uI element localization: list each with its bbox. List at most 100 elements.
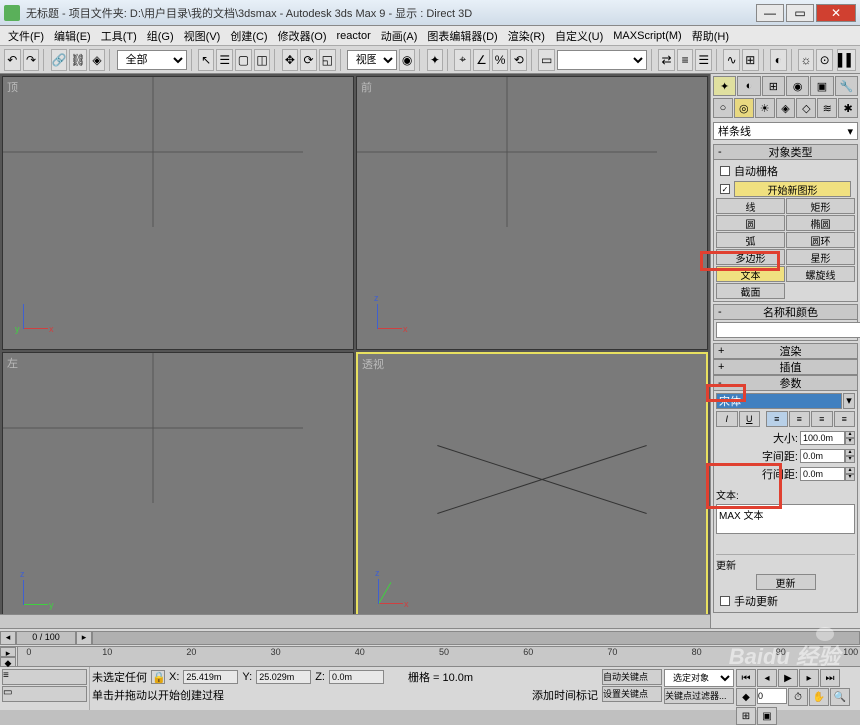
menu-group[interactable]: 组(G): [143, 26, 178, 46]
menu-customize[interactable]: 自定义(U): [551, 26, 607, 46]
helpers-subtab[interactable]: ◇: [796, 98, 816, 118]
object-name-input[interactable]: [716, 322, 860, 338]
autogrid-checkbox[interactable]: [720, 166, 730, 176]
spinner-snap-button[interactable]: ⟲: [510, 49, 527, 71]
manual-update-checkbox[interactable]: [720, 596, 730, 606]
prev-key-button[interactable]: ◂: [757, 669, 777, 687]
manipulate-button[interactable]: ✦: [427, 49, 444, 71]
play-button[interactable]: ▶: [778, 669, 798, 687]
mirror-button[interactable]: ⇄: [658, 49, 675, 71]
section-button[interactable]: 截面: [716, 283, 785, 299]
minimize-button[interactable]: —: [756, 4, 784, 22]
ref-coord-system[interactable]: 视图: [347, 50, 397, 70]
scale-button[interactable]: ◱: [319, 49, 336, 71]
geometry-subtab[interactable]: ○: [713, 98, 733, 118]
align-button[interactable]: ≡: [677, 49, 694, 71]
leading-down[interactable]: ▾: [845, 474, 855, 481]
quick-render-button[interactable]: ⊙: [816, 49, 833, 71]
z-input[interactable]: [329, 670, 384, 684]
schematic-button[interactable]: ⊞: [742, 49, 759, 71]
zoom-all-button[interactable]: ⊞: [736, 707, 756, 725]
hierarchy-tab[interactable]: ⊞: [762, 76, 785, 96]
utilities-tab[interactable]: 🔧: [835, 76, 858, 96]
rotate-button[interactable]: ⟳: [300, 49, 317, 71]
leading-up[interactable]: ▴: [845, 467, 855, 474]
align-right-button[interactable]: ≡: [811, 411, 833, 427]
goto-end-button[interactable]: ⏭: [820, 669, 840, 687]
window-crossing-button[interactable]: ◫: [254, 49, 271, 71]
leading-input[interactable]: [800, 467, 845, 481]
line-button[interactable]: 线: [716, 198, 785, 214]
underline-button[interactable]: U: [739, 411, 761, 427]
modify-tab[interactable]: ◐: [737, 76, 760, 96]
max-viewport-button[interactable]: ▣: [757, 707, 777, 725]
percent-snap-button[interactable]: %: [492, 49, 509, 71]
maximize-button[interactable]: ▭: [786, 4, 814, 22]
italic-button[interactable]: I: [716, 411, 738, 427]
size-down[interactable]: ▾: [845, 438, 855, 445]
setkey-button[interactable]: 设置关键点: [602, 686, 662, 702]
select-region-button[interactable]: ▢: [235, 49, 252, 71]
menu-animation[interactable]: 动画(A): [377, 26, 422, 46]
category-dropdown[interactable]: 样条线▾: [713, 122, 858, 140]
snap-button[interactable]: ⌖: [454, 49, 471, 71]
size-input[interactable]: [800, 431, 845, 445]
viewport-perspective[interactable]: 透视 xz: [356, 352, 708, 626]
trackbar-toggle-button[interactable]: ▸: [0, 647, 16, 657]
menu-file[interactable]: 文件(F): [4, 26, 48, 46]
select-button[interactable]: ↖: [198, 49, 215, 71]
menu-reactor[interactable]: reactor: [333, 28, 375, 44]
redo-button[interactable]: ↷: [23, 49, 40, 71]
named-selection-set[interactable]: [557, 50, 647, 70]
parameters-rollout-header[interactable]: -参数: [713, 375, 858, 391]
listener-button[interactable]: ▭: [2, 686, 87, 702]
x-input[interactable]: [183, 670, 238, 684]
kerning-down[interactable]: ▾: [845, 456, 855, 463]
donut-button[interactable]: 圆环: [786, 232, 855, 248]
angle-snap-button[interactable]: ∠: [473, 49, 490, 71]
objtype-rollout-header[interactable]: -对象类型: [713, 144, 858, 160]
next-frame-button[interactable]: ▸: [76, 631, 92, 645]
lock-icon[interactable]: 🔒: [151, 670, 165, 684]
menu-tools[interactable]: 工具(T): [97, 26, 141, 46]
menu-graph[interactable]: 图表编辑器(D): [423, 26, 501, 46]
close-button[interactable]: ✕: [816, 4, 856, 22]
systems-subtab[interactable]: ✱: [838, 98, 858, 118]
kerning-up[interactable]: ▴: [845, 449, 855, 456]
lights-subtab[interactable]: ☀: [755, 98, 775, 118]
unlink-button[interactable]: ⛓: [69, 49, 86, 71]
trackbar-ruler[interactable]: 0 10 20 30 40 50 60 70 80 90 100: [18, 647, 860, 666]
display-tab[interactable]: ▣: [810, 76, 833, 96]
rectangle-button[interactable]: 矩形: [786, 198, 855, 214]
motion-tab[interactable]: ◉: [786, 76, 809, 96]
time-tag-label[interactable]: 添加时间标记: [532, 687, 598, 703]
shapes-subtab[interactable]: ◎: [734, 98, 754, 118]
zoom-button[interactable]: 🔍: [830, 688, 850, 706]
key-mode-button[interactable]: ◆: [736, 688, 756, 706]
interpolation-rollout-header[interactable]: +插值: [713, 359, 858, 375]
material-editor-button[interactable]: ◐: [770, 49, 787, 71]
prev-frame-button[interactable]: ◂: [0, 631, 16, 645]
align-justify-button[interactable]: ≡: [834, 411, 856, 427]
menu-help[interactable]: 帮助(H): [688, 26, 733, 46]
ngon-button[interactable]: 多边形: [716, 249, 785, 265]
move-button[interactable]: ✥: [282, 49, 299, 71]
viewport-left[interactable]: 左 yz: [2, 352, 354, 626]
pivot-button[interactable]: ◉: [399, 49, 416, 71]
star-button[interactable]: 星形: [786, 249, 855, 265]
font-dropdown[interactable]: 宋体: [716, 393, 842, 409]
align-center-button[interactable]: ≡: [789, 411, 811, 427]
frame-slider[interactable]: 0 / 100: [16, 631, 76, 645]
menu-modifiers[interactable]: 修改器(O): [274, 26, 331, 46]
helix-button[interactable]: 螺旋线: [786, 266, 855, 282]
y-input[interactable]: [256, 670, 311, 684]
autokey-button[interactable]: 自动关键点: [602, 669, 662, 685]
bind-button[interactable]: ◈: [89, 49, 106, 71]
cameras-subtab[interactable]: ◈: [776, 98, 796, 118]
circle-button[interactable]: 圆: [716, 215, 785, 231]
arc-button[interactable]: 弧: [716, 232, 785, 248]
create-tab[interactable]: ✦: [713, 76, 736, 96]
viewport-front[interactable]: 前 xz: [356, 76, 708, 350]
menu-rendering[interactable]: 渲染(R): [504, 26, 549, 46]
maxscript-mini-button[interactable]: ≡: [2, 669, 87, 685]
